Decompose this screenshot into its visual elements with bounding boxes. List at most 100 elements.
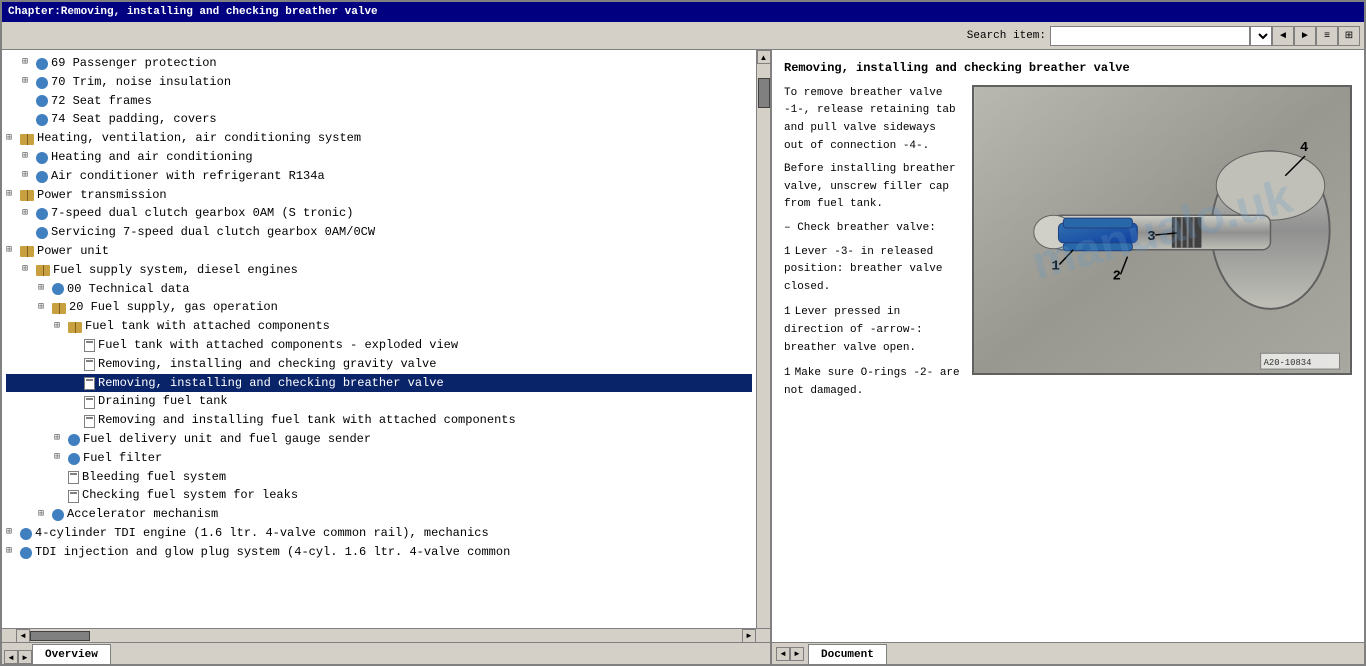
tree-item[interactable]: Removing, installing and checking gravit…	[6, 355, 752, 374]
doc-para-4: 1 Lever -3- in released position: breath…	[784, 244, 960, 297]
tree-item-label: Removing, installing and checking gravit…	[98, 356, 436, 373]
page-icon	[68, 490, 79, 503]
toolbar-menu-button[interactable]: ≡	[1316, 26, 1338, 46]
right-tabs: ◄ ► Document	[772, 642, 1364, 664]
expand-icon[interactable]: ⊞	[22, 207, 34, 221]
vscroll-thumb[interactable]	[758, 78, 770, 108]
doc-para-6: 1 Make sure O-rings -2- are not damaged.	[784, 365, 960, 400]
tree-item[interactable]: ⊞Power transmission	[6, 186, 752, 205]
tree-item[interactable]: ⊞20 Fuel supply, gas operation	[6, 298, 752, 317]
expand-icon[interactable]: ⊞	[38, 282, 50, 296]
expand-icon[interactable]: ⊞	[54, 451, 66, 465]
tree-item-label: 4-cylinder TDI engine (1.6 ltr. 4-valve …	[35, 525, 489, 542]
tree-item[interactable]: ⊞Heating, ventilation, air conditioning …	[6, 129, 752, 148]
tab-document[interactable]: Document	[808, 644, 887, 664]
tree-item[interactable]: Servicing 7-speed dual clutch gearbox 0A…	[6, 223, 752, 242]
tree-item-label: Removing, installing and checking breath…	[98, 375, 444, 392]
left-hscrollbar[interactable]: ◄ ►	[2, 628, 770, 642]
tree-item[interactable]: ⊞Air conditioner with refrigerant R134a	[6, 167, 752, 186]
tree-item[interactable]: ⊞ 4-cylinder TDI engine (1.6 ltr. 4-valve…	[6, 524, 752, 543]
tree-item[interactable]: 74 Seat padding, covers	[6, 110, 752, 129]
tree-item-label: 70 Trim, noise insulation	[51, 74, 231, 91]
book-icon	[68, 322, 82, 333]
expand-icon[interactable]: ⊞	[6, 244, 18, 258]
search-next-button[interactable]: ►	[1294, 26, 1316, 46]
tree-item[interactable]: Removing and installing fuel tank with a…	[6, 411, 752, 430]
doc-area[interactable]: Removing, installing and checking breath…	[772, 50, 1364, 642]
tree-item-label: 74 Seat padding, covers	[51, 111, 217, 128]
expand-icon[interactable]: ⊞	[6, 545, 18, 559]
hscroll-left-button[interactable]: ◄	[16, 629, 30, 643]
left-vscrollbar[interactable]: ▲	[756, 50, 770, 628]
tab-nav-left[interactable]: ◄	[4, 650, 18, 664]
tree-item[interactable]: Checking fuel system for leaks	[6, 486, 752, 505]
tree-item[interactable]: ⊞Heating and air conditioning	[6, 148, 752, 167]
tree-item[interactable]: ⊞Fuel delivery unit and fuel gauge sende…	[6, 430, 752, 449]
expand-icon[interactable]: ⊞	[38, 508, 50, 522]
tree-item[interactable]: ⊞Fuel tank with attached components	[6, 317, 752, 336]
tree-area[interactable]: ⊞69 Passenger protection⊞70 Trim, noise …	[2, 50, 756, 628]
toolbar-extra-button[interactable]: ⊞	[1338, 26, 1360, 46]
left-panel: ⊞69 Passenger protection⊞70 Trim, noise …	[2, 50, 772, 664]
book-icon	[36, 265, 50, 276]
diamond-icon	[36, 95, 48, 107]
search-input[interactable]	[1050, 26, 1250, 46]
tree-item[interactable]: ⊞Accelerator mechanism	[6, 505, 752, 524]
expand-icon[interactable]: ⊞	[22, 75, 34, 89]
tree-item[interactable]: ⊞TDI injection and glow plug system (4-c…	[6, 543, 752, 562]
title-text: Chapter:Removing, installing and checkin…	[8, 6, 378, 18]
search-prev-button[interactable]: ◄	[1272, 26, 1294, 46]
tree-item-label: 72 Seat frames	[51, 93, 152, 110]
search-dropdown[interactable]	[1250, 26, 1272, 46]
diamond-icon	[52, 283, 64, 295]
tree-item[interactable]: Fuel tank with attached components - exp…	[6, 336, 752, 355]
expand-icon[interactable]: ⊞	[54, 320, 66, 334]
right-tab-nav-left[interactable]: ◄	[776, 647, 790, 661]
diamond-icon	[36, 114, 48, 126]
doc-para-3: – Check breather valve:	[784, 220, 960, 238]
tree-item[interactable]: ⊞00 Technical data	[6, 280, 752, 299]
expand-icon[interactable]: ⊞	[38, 301, 50, 315]
tree-item[interactable]: Removing, installing and checking breath…	[6, 374, 752, 393]
diamond-icon	[36, 208, 48, 220]
vscroll-up-button[interactable]: ▲	[757, 50, 771, 64]
tree-item[interactable]: Draining fuel tank	[6, 392, 752, 411]
right-nav: ◄ ►	[772, 642, 808, 664]
expand-icon[interactable]: ⊞	[6, 526, 18, 540]
tab-nav-right[interactable]: ►	[18, 650, 32, 664]
expand-icon[interactable]: ⊞	[54, 432, 66, 446]
hscroll-right-button[interactable]: ►	[742, 629, 756, 643]
tree-item[interactable]: ⊞69 Passenger protection	[6, 54, 752, 73]
diamond-icon	[20, 528, 32, 540]
doc-para-5: 1 Lever pressed in direction of -arrow-:…	[784, 304, 960, 357]
tree-item[interactable]: ⊞Fuel filter	[6, 449, 752, 468]
diamond-icon	[36, 77, 48, 89]
svg-text:A20-10834: A20-10834	[1264, 358, 1312, 368]
expand-icon[interactable]: ⊞	[6, 188, 18, 202]
tree-item[interactable]: ⊞Power unit	[6, 242, 752, 261]
page-icon	[68, 471, 79, 484]
tree-item[interactable]: ⊞7-speed dual clutch gearbox 0AM (S tron…	[6, 204, 752, 223]
hscroll-thumb[interactable]	[30, 631, 90, 641]
expand-icon[interactable]: ⊞	[22, 169, 34, 183]
page-icon	[84, 339, 95, 352]
title-bar: Chapter:Removing, installing and checkin…	[2, 2, 1364, 22]
left-tabs: ◄ ► Overview	[2, 642, 770, 664]
tree-item[interactable]: Bleeding fuel system	[6, 468, 752, 487]
label-1: 1	[1052, 259, 1060, 274]
tree-item[interactable]: 72 Seat frames	[6, 92, 752, 111]
mechanical-diagram: 1 2 3 4 A20-108	[974, 87, 1350, 373]
expand-icon[interactable]: ⊞	[6, 132, 18, 146]
left-content: ⊞69 Passenger protection⊞70 Trim, noise …	[2, 50, 770, 628]
expand-icon[interactable]: ⊞	[22, 150, 34, 164]
tree-item[interactable]: ⊞ Fuel supply system, diesel engines	[6, 261, 752, 280]
tree-item-label: Draining fuel tank	[98, 393, 228, 410]
tree-item[interactable]: ⊞ 70 Trim, noise insulation	[6, 73, 752, 92]
tree-item-label: Fuel supply system, diesel engines	[53, 262, 298, 279]
expand-icon[interactable]: ⊞	[22, 263, 34, 277]
right-tab-nav-right[interactable]: ►	[790, 647, 804, 661]
page-icon	[84, 415, 95, 428]
search-label: Search item:	[967, 30, 1046, 42]
expand-icon[interactable]: ⊞	[22, 56, 34, 70]
tab-overview[interactable]: Overview	[32, 644, 111, 664]
